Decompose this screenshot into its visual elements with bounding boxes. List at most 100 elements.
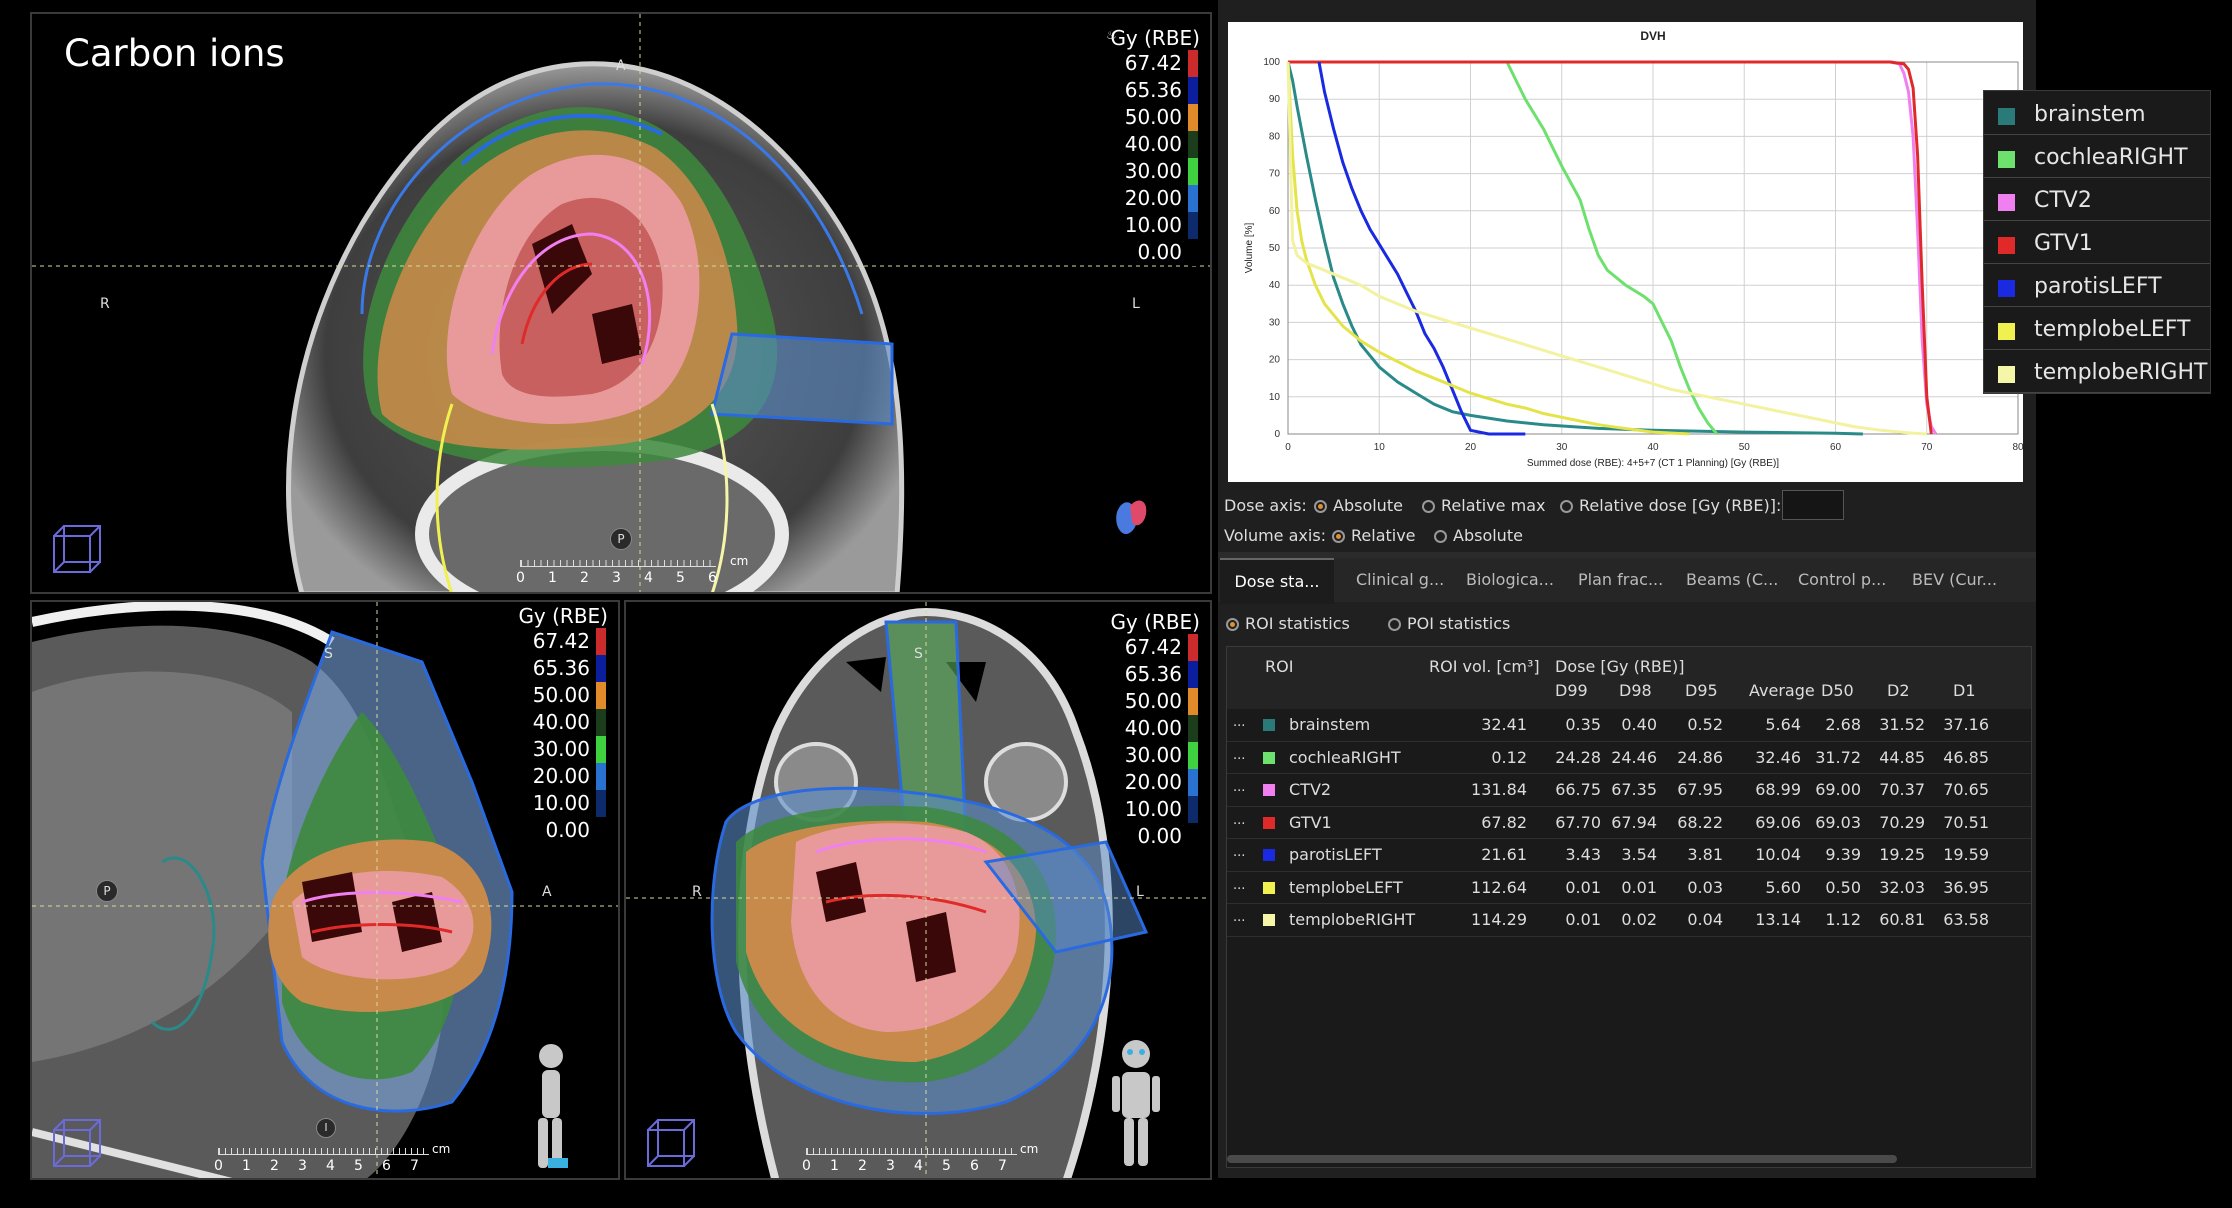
roi-name: CTV2 [1289, 780, 1332, 799]
dose-d98: 0.01 [1621, 877, 1657, 897]
relative-dose-input[interactable] [1782, 490, 1844, 520]
radio-icon [1388, 618, 1401, 631]
y-tick-label: 20 [1269, 355, 1281, 366]
dose-d50: 31.72 [1815, 747, 1861, 767]
ruler-tick-label: 2 [270, 1158, 279, 1174]
header-d1[interactable]: D1 [1953, 681, 1976, 700]
axial-view[interactable]: Carbon ions A R L P 0 1 2 3 4 5 6 cm Gy (RBE) 6… [30, 12, 1212, 594]
dose-d99: 0.01 [1565, 910, 1601, 929]
tab-beams[interactable]: Beams (C... [1686, 558, 1778, 602]
orientation-label-right: L [1136, 884, 1144, 900]
roi-name: templobeRIGHT [1289, 910, 1416, 929]
row-menu-button[interactable]: ... [1233, 780, 1245, 795]
dose-d99: 67.70 [1555, 812, 1601, 832]
radio-icon [1422, 500, 1435, 513]
legend-item: CTV2 [1984, 181, 2210, 221]
dose-scale-swatch [596, 682, 606, 709]
dose-scale-swatch [1188, 212, 1198, 239]
x-tick-label: 20 [1465, 442, 1477, 453]
dvh-chart[interactable]: DVH 0 10 20 30 40 50 60 70 80 0 10 20 30 40 50 60 70 80 90 1… [1228, 22, 2024, 482]
dose-scale: Gy (RBE) 67.42 65.36 50.00 40.00 30.00 20.00 1… [1100, 26, 1200, 266]
tab-control-points[interactable]: Control p... [1798, 558, 1886, 602]
header-d98[interactable]: D98 [1619, 681, 1652, 700]
dose-d50: 69.03 [1815, 812, 1861, 832]
ruler-tick-label: 1 [242, 1158, 251, 1174]
dose-d1: 19.59 [1943, 845, 1989, 864]
table-row[interactable]: ... CTV2 131.84 66.75 67.35 67.95 68.99 69.00 70… [1227, 774, 2031, 807]
tab-biological[interactable]: Biologica... [1466, 558, 1554, 602]
dose-d99: 66.75 [1555, 780, 1601, 799]
row-menu-button[interactable]: ... [1233, 910, 1245, 925]
dose-d50: 69.00 [1815, 780, 1861, 799]
legend-label: templobeRIGHT [2034, 360, 2208, 385]
dose-d50: 9.39 [1825, 845, 1861, 864]
dose-scale-value: 10.00 [1100, 796, 1198, 823]
header-d50[interactable]: D50 [1821, 681, 1854, 700]
table-row[interactable]: ... GTV1 67.82 67.70 67.94 68.22 69.06 69.03 70.… [1227, 807, 2031, 839]
row-menu-button[interactable]: ... [1233, 813, 1245, 828]
header-d2[interactable]: D2 [1887, 681, 1910, 700]
roi-table-container: ROI ROI vol. [cm³] Dose [Gy (RBE)] D99 D9… [1226, 646, 2032, 1168]
y-tick-label: 90 [1269, 94, 1281, 105]
table-row[interactable]: ... brainstem 32.41 0.35 0.40 0.52 5.64 2.68 31.… [1227, 709, 2031, 742]
header-roi-volume: ROI vol. [cm³] [1429, 657, 1540, 676]
x-tick-label: 60 [1830, 442, 1842, 453]
header-d95[interactable]: D95 [1685, 681, 1718, 700]
tab-dose-statistics[interactable]: Dose sta... [1220, 558, 1334, 604]
dose-scale-swatch [1188, 796, 1198, 823]
legend-item: cochleaRIGHT [1984, 138, 2210, 178]
header-average[interactable]: Average [1749, 681, 1815, 700]
poi-statistics-option[interactable]: POI statistics [1388, 614, 1510, 633]
dose-axis-option-relative-dose[interactable]: Relative dose [Gy (RBE)]: [1560, 496, 1781, 515]
row-menu-button[interactable]: ... [1233, 845, 1245, 860]
dose-d2: 32.03 [1879, 877, 1925, 897]
tab-clinical-goals[interactable]: Clinical g... [1356, 558, 1444, 602]
scale-ruler: 0 1 2 3 4 5 6 7 cm [208, 1142, 468, 1178]
row-menu-button[interactable]: ... [1233, 748, 1245, 763]
row-menu-button[interactable]: ... [1233, 715, 1245, 730]
tab-bar: Dose sta... Clinical g... Biologica... P… [1218, 558, 2036, 604]
coronal-view[interactable]: S R L 0 1 2 3 4 5 6 7 cm Gy (RBE) 67.42 65.36 50.0… [624, 600, 1212, 1180]
table-row[interactable]: ... templobeLEFT 112.64 0.01 0.01 0.03 5.60 0.5… [1227, 872, 2031, 904]
ruler-tick-label: 7 [998, 1158, 1007, 1174]
dose-scale-swatch [1188, 185, 1198, 212]
header-d99[interactable]: D99 [1555, 681, 1588, 700]
dose-scale-swatch [1188, 661, 1198, 688]
dose-scale-swatch [596, 817, 606, 844]
roi-volume: 67.82 [1481, 812, 1527, 832]
table-row[interactable]: ... cochleaRIGHT 0.12 24.28 24.46 24.86 32.46 3… [1227, 742, 2031, 774]
dvh-plot: DVH 0 10 20 30 40 50 60 70 80 0 10 20 30 40 50 60 70 80 90 1… [1244, 29, 2024, 469]
roi-volume: 114.29 [1471, 910, 1527, 929]
scale-ruler: 0 1 2 3 4 5 6 cm [510, 554, 750, 590]
ruler-tick-label: 7 [410, 1158, 419, 1174]
dose-scale-icon: ♨ [1106, 28, 1117, 42]
legend-label: templobeLEFT [2034, 317, 2191, 342]
horizontal-scrollbar[interactable] [1227, 1155, 1897, 1163]
x-tick-label: 80 [2012, 442, 2023, 453]
y-tick-label: 80 [1269, 131, 1281, 142]
dose-scale-swatch [1188, 104, 1198, 131]
legend-swatch [1998, 323, 2015, 340]
dose-axis-option-relative-max[interactable]: Relative max [1422, 496, 1545, 515]
volume-axis-option-relative[interactable]: Relative [1332, 526, 1416, 545]
table-row[interactable]: ... parotisLEFT 21.61 3.43 3.54 3.81 10.04 9.39… [1227, 839, 2031, 872]
tab-plan-fractions[interactable]: Plan frac... [1578, 558, 1663, 602]
dose-axis-option-absolute[interactable]: Absolute [1314, 496, 1403, 515]
volume-axis-label: Volume axis: [1224, 526, 1327, 545]
table-row[interactable]: ... templobeRIGHT 114.29 0.01 0.02 0.04 13.14 1… [1227, 904, 2031, 937]
roi-color-swatch [1263, 784, 1275, 796]
dose-d99: 0.01 [1565, 877, 1601, 897]
dose-scale-value: 10.00 [1100, 212, 1198, 239]
tab-bev[interactable]: BEV (Cur... [1912, 558, 1997, 602]
body-orientation-icon [1112, 1040, 1160, 1166]
volume-axis-option-absolute[interactable]: Absolute [1434, 526, 1523, 545]
dose-d1: 46.85 [1943, 747, 1989, 767]
y-tick-label: 40 [1269, 280, 1281, 291]
sagittal-view[interactable]: S P A I 0 1 2 3 4 5 6 7 cm Gy (RBE) 67.42 65.36 50… [30, 600, 620, 1180]
row-menu-button[interactable]: ... [1233, 878, 1245, 893]
x-axis-label: Summed dose (RBE): 4+5+7 (CT 1 Planning)… [1527, 458, 1779, 469]
ruler-tick-label: 0 [516, 570, 525, 586]
dose-scale-value: 30.00 [1100, 742, 1198, 769]
radio-icon [1434, 530, 1447, 543]
roi-statistics-option[interactable]: ROI statistics [1226, 614, 1350, 633]
